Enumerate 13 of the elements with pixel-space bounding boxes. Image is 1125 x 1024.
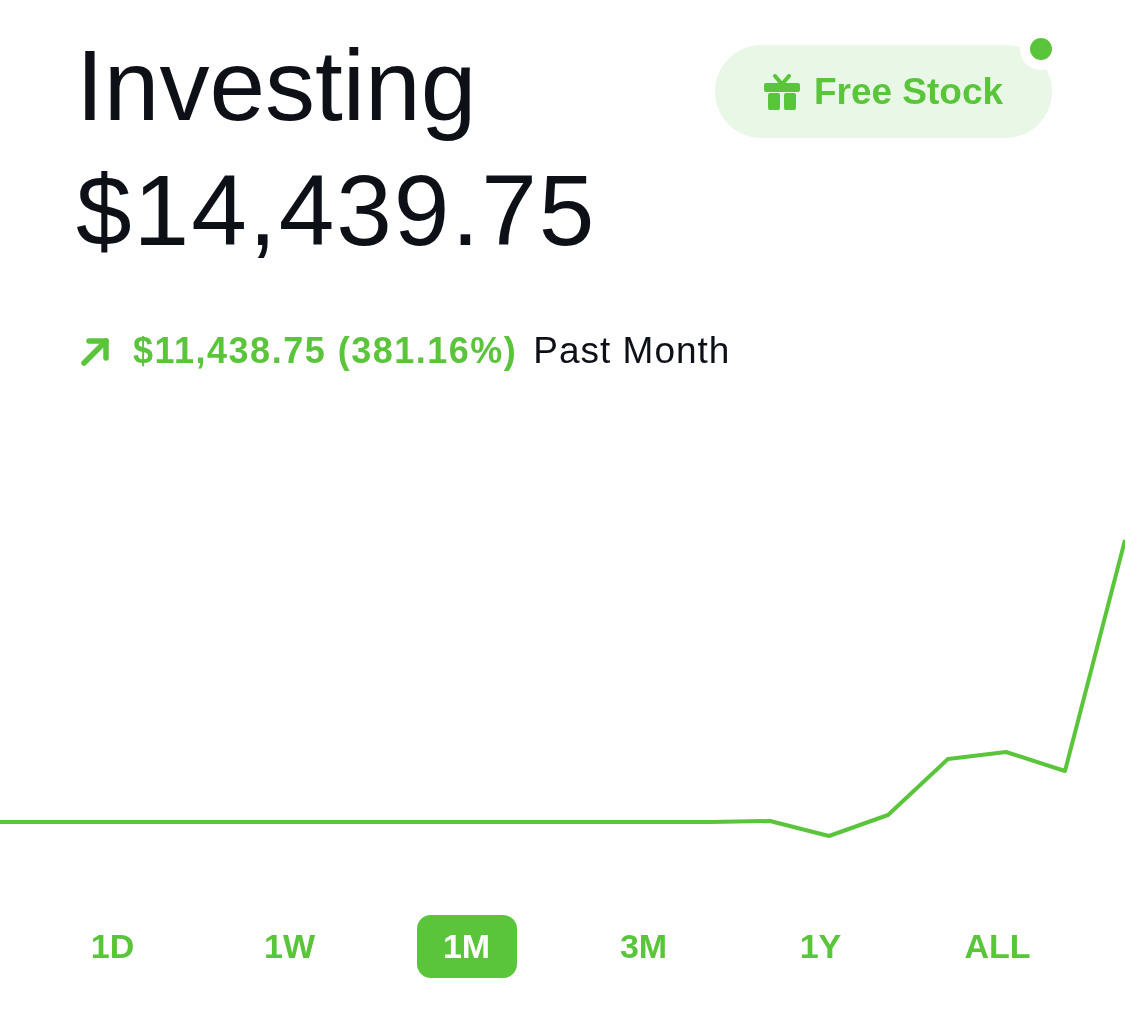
change-amount: $11,438.75 (381.16%) — [133, 331, 518, 371]
period-tab[interactable]: 1D — [62, 915, 163, 978]
page-title: Investing — [76, 28, 477, 143]
period-tab[interactable]: 3M — [593, 915, 694, 978]
arrow-up-right-icon — [80, 335, 111, 367]
period-tab[interactable]: 1W — [239, 915, 340, 978]
period-tab[interactable]: 1Y — [770, 915, 871, 978]
change-period: Past Month — [533, 331, 731, 371]
period-tab[interactable]: ALL — [947, 915, 1048, 978]
portfolio-balance: $14,439.75 — [76, 153, 597, 268]
gift-icon — [763, 73, 800, 110]
free-stock-button[interactable]: Free Stock — [715, 45, 1052, 138]
period-tab[interactable]: 1M — [416, 915, 517, 978]
